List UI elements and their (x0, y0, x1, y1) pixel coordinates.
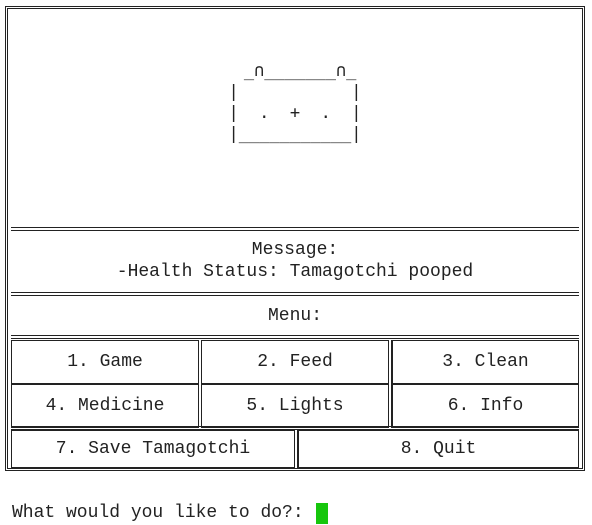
menu-item-clean[interactable]: 3. Clean (392, 340, 579, 384)
menu-item-save[interactable]: 7. Save Tamagotchi (11, 430, 295, 468)
menu-title: Menu: (267, 306, 322, 326)
divider (11, 227, 579, 231)
tamagotchi-window: _∩_______∩_ | | | . + . | |___________| … (5, 6, 585, 471)
message-text: -Health Status: Tamagotchi pooped (116, 262, 474, 282)
pet-sprite: _∩_______∩_ | | | . + . | |___________| (228, 61, 362, 144)
message-title: Message: (251, 240, 339, 260)
menu-item-feed[interactable]: 2. Feed (201, 340, 389, 384)
menu-item-info[interactable]: 6. Info (392, 384, 579, 428)
divider (11, 335, 579, 339)
text-cursor (316, 502, 329, 524)
menu-item-medicine[interactable]: 4. Medicine (11, 384, 199, 428)
menu-item-quit[interactable]: 8. Quit (298, 430, 579, 468)
divider (11, 292, 579, 296)
menu-item-lights[interactable]: 5. Lights (201, 384, 389, 428)
menu-item-game[interactable]: 1. Game (11, 340, 199, 384)
prompt-text: What would you like to do?: (12, 503, 315, 523)
command-prompt[interactable]: What would you like to do?: (12, 502, 329, 524)
